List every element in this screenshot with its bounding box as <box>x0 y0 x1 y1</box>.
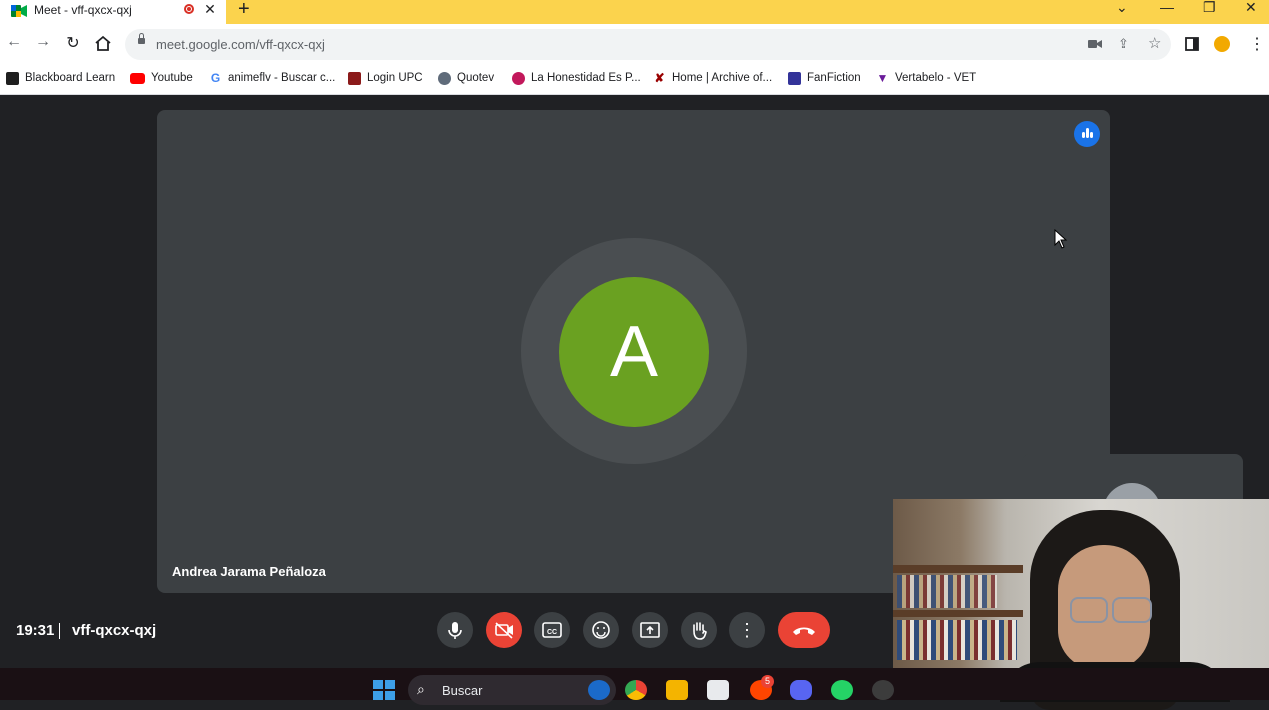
side-panel-icon[interactable] <box>1185 37 1199 51</box>
books <box>897 575 997 608</box>
meet-favicon-icon <box>11 5 27 17</box>
reactions-button[interactable] <box>583 612 619 648</box>
forward-icon[interactable]: → <box>33 33 53 51</box>
camera-off-icon <box>495 622 513 639</box>
bookmark-animeflv[interactable]: G animeflv - Buscar c... <box>209 70 336 86</box>
windows-start-icon[interactable] <box>373 680 395 700</box>
meeting-time: 19:31 <box>16 622 55 639</box>
bookmark-archive-of-our-own[interactable]: ✘ Home | Archive of... <box>653 70 772 86</box>
back-icon[interactable]: ← <box>4 33 24 51</box>
youtube-icon <box>130 72 145 84</box>
fanfiction-icon <box>788 71 801 85</box>
meeting-code: vff-qxcx-qxj <box>72 622 157 639</box>
captions-button[interactable]: CC <box>534 612 570 648</box>
present-icon <box>640 622 660 638</box>
bookmark-star-icon[interactable]: ☆ <box>1148 34 1161 52</box>
vertabelo-icon: ▼ <box>876 70 889 85</box>
end-call-icon <box>793 627 815 635</box>
upc-icon <box>348 71 361 85</box>
svg-text:CC: CC <box>547 629 557 636</box>
camera-in-use-icon[interactable] <box>1088 39 1102 49</box>
close-window-icon[interactable]: ✕ <box>1245 0 1257 16</box>
glasses <box>1112 597 1152 623</box>
ao3-icon: ✘ <box>654 70 665 85</box>
bookmark-login-upc[interactable]: Login UPC <box>348 70 423 86</box>
bookmark-quotev[interactable]: Quotev <box>438 70 494 86</box>
chrome-taskbar-icon[interactable] <box>625 680 647 700</box>
new-tab-icon[interactable]: + <box>238 0 250 21</box>
books <box>897 620 1017 660</box>
search-icon: ⌕ <box>417 681 425 697</box>
glasses <box>1070 597 1108 623</box>
restore-icon[interactable]: ❐ <box>1203 0 1216 16</box>
honestidad-icon <box>512 71 525 85</box>
tab-search-chevron-icon[interactable]: ⌄ <box>1116 0 1128 16</box>
close-tab-icon[interactable]: ✕ <box>203 1 217 18</box>
whatsapp-icon[interactable] <box>831 680 853 700</box>
raise-hand-button[interactable] <box>681 612 717 648</box>
more-vert-icon: ⋮ <box>738 620 756 640</box>
shelf <box>893 565 1023 573</box>
quotev-icon <box>438 71 451 85</box>
bookmark-blackboard[interactable]: Blackboard Learn <box>6 70 115 86</box>
more-options-button[interactable]: ⋮ <box>729 612 765 648</box>
present-screen-button[interactable] <box>632 612 668 648</box>
shelf <box>893 610 1023 617</box>
bookmark-la-honestidad[interactable]: La Honestidad Es P... <box>512 70 641 86</box>
captions-icon: CC <box>542 622 562 638</box>
app-icon[interactable] <box>872 680 894 700</box>
hand-icon <box>693 622 707 640</box>
microphone-button[interactable] <box>437 612 473 648</box>
home-icon[interactable] <box>94 35 112 52</box>
tab-title: Meet - vff-qxcx-qxj <box>34 3 132 17</box>
minimize-icon[interactable]: — <box>1160 0 1174 15</box>
emoji-icon <box>592 621 610 639</box>
leave-call-button[interactable] <box>778 612 830 648</box>
audio-level-icon <box>1074 121 1100 147</box>
url-text[interactable]: meet.google.com/vff-qxcx-qxj <box>156 37 325 52</box>
lock-icon[interactable] <box>138 33 145 44</box>
mouse-cursor-icon <box>1054 229 1068 249</box>
chrome-menu-icon[interactable]: ⋮ <box>1249 34 1265 54</box>
recording-indicator-icon <box>184 4 194 14</box>
snipping-tool-icon[interactable] <box>707 680 729 700</box>
blackboard-icon <box>6 71 19 85</box>
participant-avatar: A <box>559 277 709 427</box>
divider <box>59 623 60 639</box>
google-icon: G <box>210 70 221 85</box>
microphone-icon <box>448 622 462 639</box>
bookmark-youtube[interactable]: Youtube <box>130 70 193 86</box>
bookmark-fanfiction[interactable]: FanFiction <box>788 70 861 86</box>
file-explorer-icon[interactable] <box>666 680 688 700</box>
participant-name: Andrea Jarama Peñaloza <box>172 564 326 579</box>
camera-off-button[interactable] <box>486 612 522 648</box>
discord-icon[interactable] <box>790 680 812 700</box>
bookmark-vertabelo[interactable]: ▼ Vertabelo - VET <box>876 70 977 86</box>
notification-badge: 5 <box>761 675 774 688</box>
taskbar-search-label: Buscar <box>442 683 483 698</box>
bing-icon[interactable] <box>588 680 610 700</box>
share-icon[interactable]: ⇪ <box>1118 36 1129 52</box>
profile-avatar[interactable] <box>1214 36 1230 52</box>
taskbar-search[interactable] <box>408 675 616 705</box>
reload-icon[interactable]: ↻ <box>63 33 83 53</box>
